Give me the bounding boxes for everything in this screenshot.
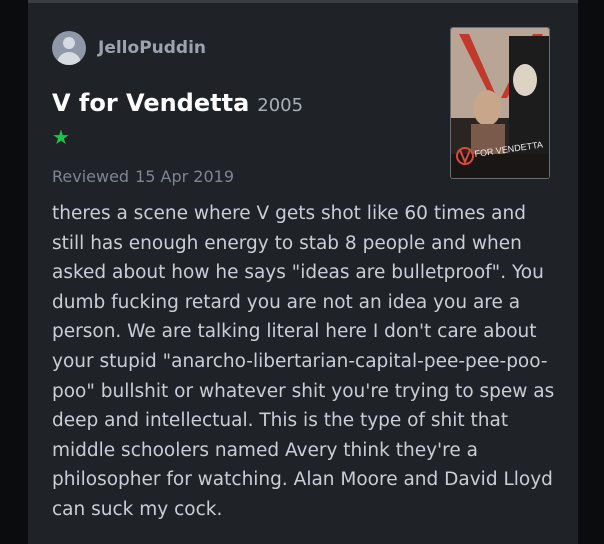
reviewed-label: Reviewed xyxy=(52,167,130,186)
reviewer[interactable]: JelloPuddin xyxy=(52,31,206,65)
reviewed-date-value: 15 Apr 2019 xyxy=(135,167,235,186)
username[interactable]: JelloPuddin xyxy=(98,38,206,58)
film-year[interactable]: 2005 xyxy=(257,95,303,116)
review-card: JelloPuddin V for Vendetta 2005 ★ Review… xyxy=(28,0,578,544)
avatar-icon[interactable] xyxy=(52,31,86,65)
film-heading: V for Vendetta 2005 xyxy=(52,89,303,117)
film-poster[interactable]: FOR VENDETTA xyxy=(450,27,550,179)
film-title[interactable]: V for Vendetta xyxy=(52,89,249,117)
poster-image: FOR VENDETTA xyxy=(451,28,549,178)
star-icon: ★ xyxy=(52,125,70,149)
review-body: theres a scene where V gets shot like 60… xyxy=(52,203,555,520)
reviewed-date: Reviewed 15 Apr 2019 xyxy=(52,167,234,186)
